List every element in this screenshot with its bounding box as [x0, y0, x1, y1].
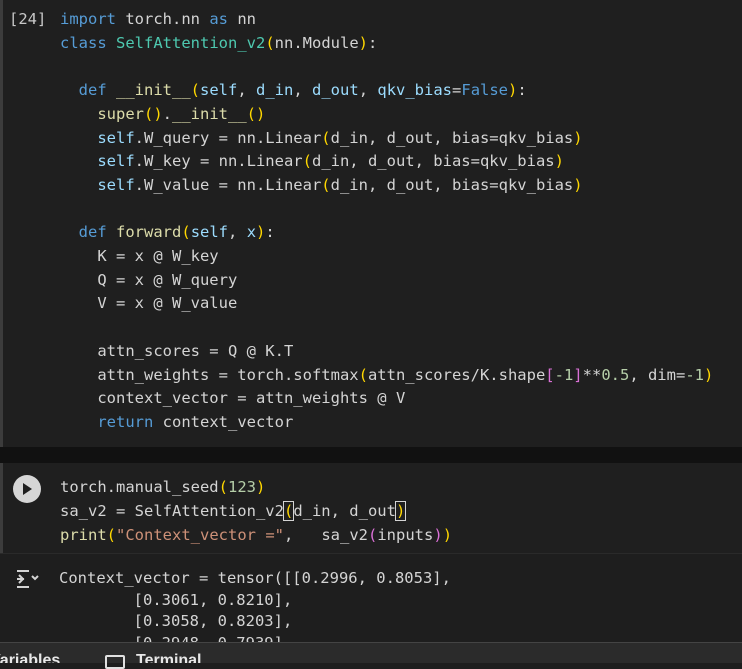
code-line: def forward(self, x):	[78, 223, 275, 242]
output-line: [0.3058, 0.8203],	[59, 612, 293, 630]
code-line: return context_vector	[97, 412, 294, 431]
output-toggle-icon[interactable]	[15, 568, 39, 590]
code-line: import torch.nn as nn	[60, 10, 257, 28]
code-line: print("Context_vector =", sa_v2(inputs))	[60, 526, 453, 544]
code-line: K = x @ W_key	[60, 247, 219, 266]
output-line: [0.3061, 0.8210],	[59, 590, 293, 609]
code-line: context_vector = attn_weights @ V	[60, 389, 406, 408]
code-line: V = x @ W_value	[60, 294, 238, 313]
run-cell-button[interactable]	[13, 475, 41, 503]
code-line: Q = x @ W_query	[60, 270, 238, 289]
code-line: attn_scores = Q @ K.T	[60, 341, 294, 360]
code-line: self.W_query = nn.Linear(d_in, d_out, bi…	[97, 128, 583, 147]
code-editor[interactable]: import torch.nn as nn class SelfAttentio…	[60, 8, 713, 435]
code-editor-2[interactable]: torch.manual_seed(123) sa_v2 = SelfAtten…	[60, 475, 452, 547]
execution-count: [24]	[9, 10, 47, 28]
terminal-icon	[105, 655, 125, 669]
code-line: class SelfAttention_v2(nn.Module):	[60, 33, 378, 52]
code-line: self.W_key = nn.Linear(d_in, d_out, bias…	[97, 152, 564, 171]
code-line: torch.manual_seed(123)	[60, 478, 266, 496]
output-line: Context_vector = tensor([[0.2996, 0.8053…	[59, 569, 451, 587]
code-line: attn_weights = torch.softmax(attn_scores…	[60, 365, 714, 384]
terminal-tab[interactable]: Terminal	[136, 652, 202, 663]
code-line: self.W_value = nn.Linear(d_in, d_out, bi…	[97, 175, 583, 194]
code-line: super().__init__()	[97, 104, 266, 123]
code-line: sa_v2 = SelfAttention_v2(d_in, d_out)	[60, 501, 407, 521]
code-line: def __init__(self, d_in, d_out, qkv_bias…	[78, 81, 527, 100]
variables-tab[interactable]: Variables	[0, 652, 60, 663]
cell-separator	[0, 447, 742, 463]
play-icon	[23, 483, 32, 495]
